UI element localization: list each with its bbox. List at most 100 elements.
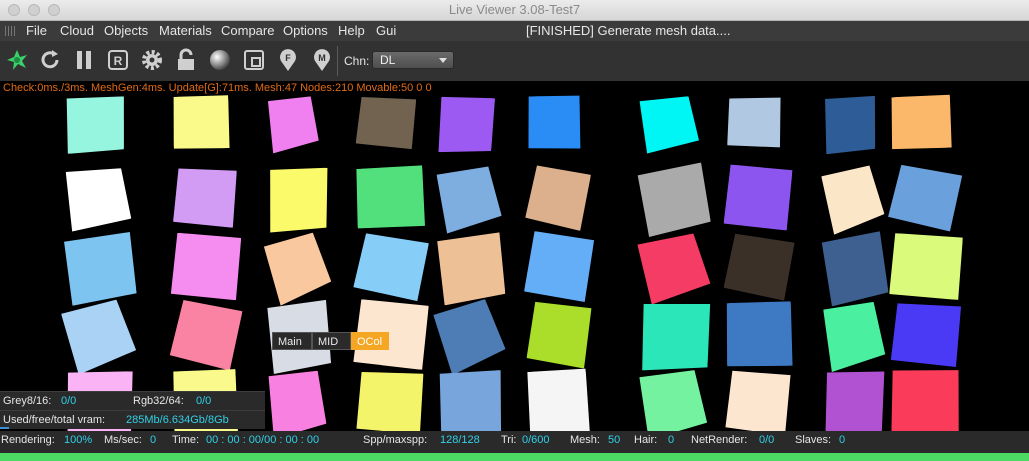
menu-gui[interactable]: Gui xyxy=(376,23,396,38)
rendered-cube xyxy=(889,233,963,300)
menu-file[interactable]: File xyxy=(26,23,47,38)
title-bar: Live Viewer 3.08-Test7 xyxy=(0,0,1029,21)
rendered-cube xyxy=(354,94,418,151)
render-region-icon[interactable]: R xyxy=(104,46,132,74)
toolbar: R F M Chn: DL xyxy=(0,41,1029,82)
lock-icon[interactable] xyxy=(172,46,200,74)
rendered-cube xyxy=(60,163,137,238)
rendered-cube xyxy=(263,93,322,157)
rendered-cube xyxy=(434,232,506,305)
slaves-value: 0 xyxy=(839,434,846,446)
vram-info: Used/free/total vram: 285Mb/6.634Gb/8Gb xyxy=(0,410,265,429)
rendered-cube xyxy=(169,298,243,371)
rendering-label: Rendering: xyxy=(1,434,55,446)
rendered-cube xyxy=(60,298,137,375)
rendered-cube xyxy=(635,298,713,376)
rendered-cube xyxy=(433,92,498,158)
rendered-cube xyxy=(723,164,792,230)
rendered-cube xyxy=(435,368,503,431)
menu-help[interactable]: Help xyxy=(338,23,365,38)
spp-label: Spp/maxspp: xyxy=(363,434,428,446)
rendered-cube xyxy=(723,299,796,371)
menu-objects[interactable]: Objects xyxy=(104,23,148,38)
menu-materials[interactable]: Materials xyxy=(159,23,212,38)
tab-main[interactable]: Main xyxy=(272,332,312,350)
channel-select-value: DL xyxy=(380,53,396,67)
rendered-cube xyxy=(888,93,954,153)
render-stats-text: Check:0ms./3ms. MeshGen:4ms. Update[G]:7… xyxy=(3,82,432,94)
svg-text:M: M xyxy=(318,53,326,63)
rendered-cube xyxy=(263,231,333,306)
tri-label: Tri: xyxy=(501,434,517,446)
menu-cloud[interactable]: Cloud xyxy=(60,23,94,38)
channel-label: Chn: xyxy=(344,54,370,68)
rendered-cube xyxy=(889,300,963,369)
ms-label: Ms/sec: xyxy=(104,434,142,446)
rendered-cube xyxy=(887,163,963,232)
status-bar: Rendering: 100% Ms/sec: 0 Time: 00 : 00 … xyxy=(0,431,1029,453)
menu-bar: File Cloud Objects Materials Compare Opt… xyxy=(0,21,1029,41)
octane-logo-icon[interactable] xyxy=(3,46,31,74)
rendered-cube xyxy=(637,233,711,305)
rgb-value: 0/0 xyxy=(196,395,212,407)
material-pick-pin-icon[interactable]: M xyxy=(308,46,336,74)
window-title: Live Viewer 3.08-Test7 xyxy=(448,2,581,17)
rendering-value: 100% xyxy=(64,434,93,446)
tri-value: 0/600 xyxy=(522,434,550,446)
time-value: 00 : 00 : 00/00 : 00 : 00 xyxy=(206,434,320,446)
rendered-cube xyxy=(525,93,582,151)
settings-gear-icon[interactable] xyxy=(138,46,166,74)
grey-rgb-info: Grey8/16: 0/0 Rgb32/64: 0/0 xyxy=(0,391,265,410)
grey-value: 0/0 xyxy=(61,395,77,407)
chevron-down-icon xyxy=(439,58,447,63)
rendered-cube xyxy=(352,163,428,232)
svg-text:R: R xyxy=(114,54,123,68)
menu-options[interactable]: Options xyxy=(283,23,328,38)
netrender-label: NetRender: xyxy=(691,434,748,446)
rendered-cube xyxy=(525,164,592,232)
rendered-cube xyxy=(170,93,232,152)
material-sphere-icon[interactable] xyxy=(206,46,234,74)
focus-pin-icon[interactable]: F xyxy=(274,46,302,74)
pause-icon[interactable] xyxy=(70,46,98,74)
rendered-cube xyxy=(821,165,885,235)
rendered-cube xyxy=(821,94,877,156)
rendered-cube xyxy=(264,164,330,235)
restart-icon[interactable] xyxy=(36,46,64,74)
ms-value: 0 xyxy=(150,434,157,446)
render-progress-fill xyxy=(0,453,1029,461)
crop-icon[interactable] xyxy=(240,46,268,74)
tab-ocol[interactable]: OCol xyxy=(351,332,389,350)
rendered-cube xyxy=(819,231,890,307)
vram-usage-bar xyxy=(0,427,9,429)
mesh-label: Mesh: xyxy=(570,434,600,446)
rendered-cube xyxy=(634,162,711,238)
rendered-cube xyxy=(636,367,710,431)
mesh-value: 50 xyxy=(608,434,621,446)
rendered-cube xyxy=(171,164,240,230)
menu-compare[interactable]: Compare xyxy=(221,23,274,38)
netrender-value: 0/0 xyxy=(759,434,775,446)
rendered-cube xyxy=(62,94,127,157)
rendered-cube xyxy=(636,93,702,157)
rendered-cube xyxy=(353,231,430,301)
render-progress-bar xyxy=(0,453,1029,461)
rendered-cube xyxy=(819,367,887,431)
vram-label: Used/free/total vram: xyxy=(3,414,106,426)
grey-label: Grey8/16: xyxy=(3,395,52,407)
menu-grip-icon xyxy=(5,26,15,36)
rendered-cube xyxy=(524,231,595,303)
status-message: [FINISHED] Generate mesh data.... xyxy=(526,23,731,38)
tab-mid[interactable]: MID xyxy=(312,332,351,350)
rendered-cube xyxy=(524,366,593,431)
channel-select[interactable]: DL xyxy=(372,51,454,69)
spp-value: 128/128 xyxy=(440,434,480,446)
rendered-cube xyxy=(353,367,427,431)
rendered-cube xyxy=(723,232,795,301)
rendered-cube xyxy=(722,92,785,153)
toolbar-separator xyxy=(337,46,338,76)
render-viewport[interactable]: Check:0ms./3ms. MeshGen:4ms. Update[G]:7… xyxy=(0,81,1029,431)
rendered-cube xyxy=(820,300,887,375)
rendered-cube xyxy=(171,233,242,301)
svg-text:F: F xyxy=(285,53,291,63)
